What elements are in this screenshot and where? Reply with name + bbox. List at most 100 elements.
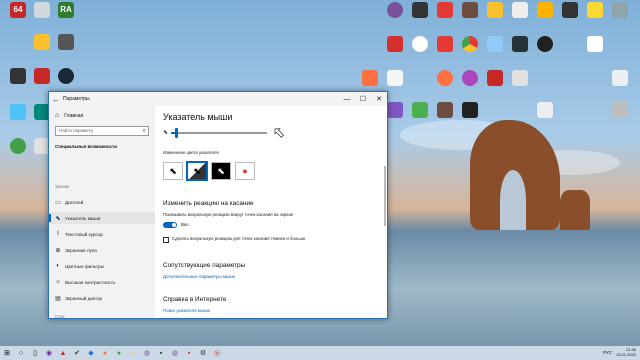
search-input[interactable]: Найти параметр ⌕ [55,126,149,136]
desktop-icon-app7[interactable] [408,2,432,18]
sidebar-item-narrator[interactable]: ▤ Экранный диктор [49,292,155,304]
desktop-icon-app16[interactable] [383,36,407,52]
settings-gear-icon[interactable]: ⚙ [196,346,210,360]
pointer-color-custom[interactable]: ● [235,162,255,180]
desktop-icon-app9[interactable] [458,2,482,18]
desktop-icon-viber[interactable] [383,2,407,18]
desktop-icon-app20[interactable] [533,36,557,52]
app-taskbar-icon[interactable]: ✔ [70,346,84,360]
app-icon [387,36,403,52]
desktop-icon-firefox[interactable] [433,70,457,86]
language-indicator[interactable]: РУС [603,350,612,355]
app-icon [462,70,478,86]
scrollbar[interactable] [384,166,386,226]
desktop-icon-app23[interactable] [383,70,407,86]
app-icon [562,2,578,18]
app-icon [612,102,628,118]
desktop-icon-nvidia[interactable] [6,68,30,84]
aida64-icon: 64 [10,2,26,18]
app-taskbar-icon[interactable]: ▲ [56,346,70,360]
app-taskbar-icon[interactable]: ▪ [182,346,196,360]
pointer-color-white[interactable]: ⬉ [163,162,183,180]
desktop-icon-app13[interactable] [558,2,582,18]
custom-color-icon: ● [242,166,248,176]
desktop-icon-app15[interactable] [608,2,632,18]
app-taskbar-icon[interactable]: ◍ [168,346,182,360]
settings-window: ← Параметры — ☐ ✕ ⌂ Главная Найти параме… [48,91,388,319]
desktop-icon-app10[interactable] [483,2,507,18]
desktop-icon-app12[interactable] [533,2,557,18]
clock[interactable]: 21:36 13.01.2022 [616,347,636,357]
find-pointer-help-link[interactable]: Поиск указателя мыши [163,308,210,313]
desktop-icon-steam[interactable] [54,68,78,84]
pointer-color-black[interactable]: ⬉ [187,162,207,180]
desktop-icon-app31[interactable] [533,102,557,118]
desktop-icon-file[interactable] [30,2,54,18]
desktop-icon-app11[interactable] [508,2,532,18]
chrome-icon[interactable]: ● [112,346,126,360]
desktop-icon-64[interactable]: 64 [6,2,30,18]
desktop-icon-minecraft[interactable] [408,102,432,118]
app-taskbar-icon[interactable]: ▪ [154,346,168,360]
desktop-icon-ra[interactable]: RA [54,2,78,18]
desktop-icon-app24[interactable] [458,70,482,86]
touch-description: Показывать визуальную реакцию вокруг точ… [163,212,294,217]
darker-feedback-checkbox[interactable] [163,237,169,243]
task-view-icon[interactable]: ▯ [28,346,42,360]
app-icon [487,2,503,18]
back-arrow-icon[interactable]: ← [49,95,63,104]
search-icon[interactable]: ○ [14,346,28,360]
desktop-icon-app[interactable] [30,34,54,50]
desktop-icon-computer[interactable] [6,104,30,120]
desktop-icon-yandex[interactable] [408,36,432,52]
sidebar-item-color-filters[interactable]: ◐ Цветные фильтры [49,260,155,272]
sidebar-item-magnifier[interactable]: ⊕ Экранная лупа [49,244,155,256]
viber-icon[interactable]: ◍ [140,346,154,360]
app-taskbar-icon[interactable]: ◆ [84,346,98,360]
file-icon [34,2,50,18]
desktop-icon-app26[interactable] [508,70,532,86]
start-button[interactable]: ⊞ [0,346,14,360]
desktop-icon-app2[interactable] [54,34,78,50]
firefox-icon[interactable]: ● [98,346,112,360]
help-section-title: Справка в Интернете [163,296,227,303]
desktop-icon-chrome[interactable] [458,36,482,52]
pointer-color-options: ⬉ ⬉ ⬉ ● [163,162,255,180]
sidebar-item-label: Текстовый курсор [65,231,103,237]
desktop-icon-app32[interactable] [608,102,632,118]
desktop-icon-app19[interactable] [508,36,532,52]
text-cursor-icon: I [57,231,59,237]
minecraft-icon [412,102,428,118]
desktop-icon-app30[interactable] [458,102,482,118]
sidebar-item-high-contrast[interactable]: ☼ Высокая контрастность [49,276,155,288]
sidebar-item-display[interactable]: ▭ Дисплей [49,196,155,208]
desktop-icon-app5[interactable] [6,138,30,154]
sidebar: ⌂ Главная Найти параметр ⌕ Специальные в… [49,106,155,319]
app-taskbar-icon[interactable]: ◎ [210,346,224,360]
desktop-icon-app21[interactable] [583,36,607,52]
app-taskbar-icon[interactable]: ◉ [42,346,56,360]
app-icon [537,102,553,118]
desktop-icon-app27[interactable] [608,70,632,86]
sidebar-item-text-cursor[interactable]: I Текстовый курсор [49,228,155,240]
desktop-icon-app18[interactable] [483,36,507,52]
slider-thumb[interactable] [174,128,178,138]
desktop-icon-app14[interactable] [583,2,607,18]
close-button[interactable]: ✕ [371,95,387,103]
desktop-icon-app3[interactable] [30,68,54,84]
desktop-icon-app8[interactable] [433,2,457,18]
pointer-size-slider[interactable]: ⬉ [163,128,267,138]
maximize-button[interactable]: ☐ [355,95,371,103]
desktop-icon-app25[interactable] [483,70,507,86]
additional-mouse-settings-link[interactable]: Дополнительные параметры мыши [163,274,235,279]
app-taskbar-icon[interactable]: ▪ [126,346,140,360]
pointer-color-inverted[interactable]: ⬉ [211,162,231,180]
app-icon [537,2,553,18]
sidebar-home[interactable]: ⌂ Главная [55,112,83,119]
sidebar-item-mouse-pointer[interactable]: ⬉ Указатель мыши [49,212,155,224]
desktop-icon-app29[interactable] [433,102,457,118]
touch-feedback-toggle[interactable] [163,222,177,228]
minimize-button[interactable]: — [339,96,355,103]
desktop-icon-app17[interactable] [433,36,457,52]
desktop-icon-app22[interactable] [358,70,382,86]
